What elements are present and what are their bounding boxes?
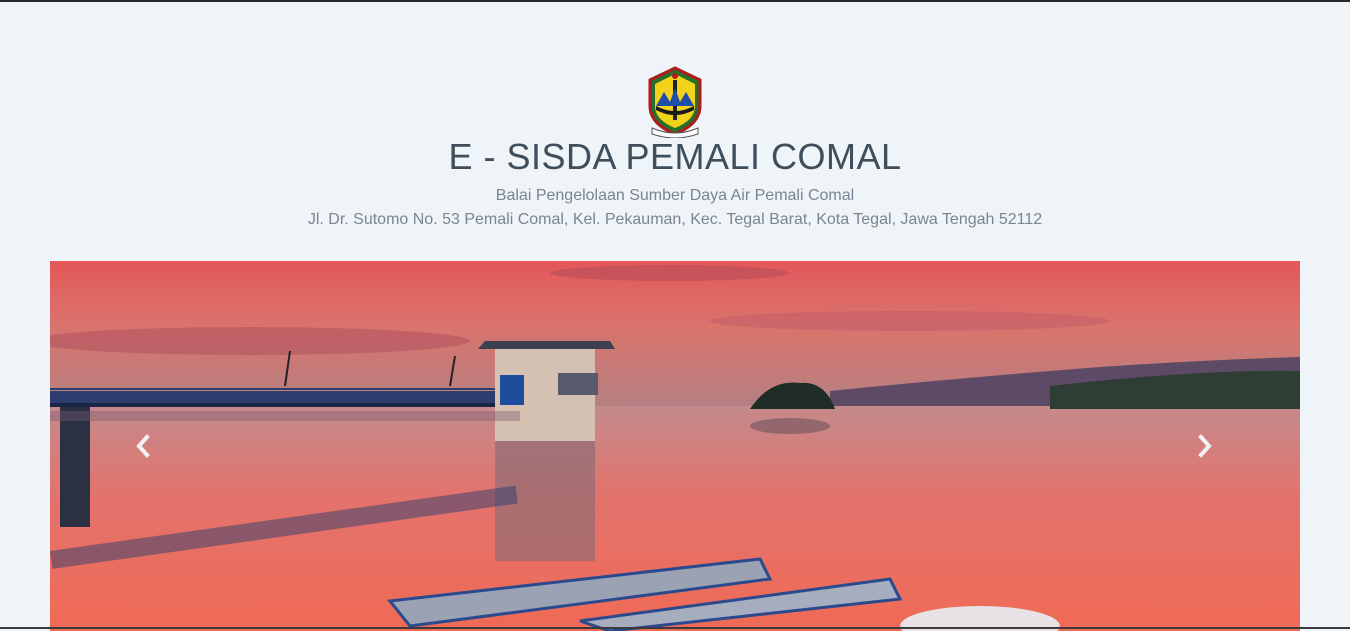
carousel-next-button[interactable] bbox=[1160, 356, 1250, 536]
site-address: Jl. Dr. Sutomo No. 53 Pemali Comal, Kel.… bbox=[307, 211, 1043, 228]
chevron-right-icon bbox=[1198, 434, 1212, 458]
image-carousel[interactable] bbox=[50, 261, 1300, 631]
site-subtitle: Balai Pengelolaan Sumber Daya Air Pemali… bbox=[495, 187, 855, 204]
province-emblem-logo bbox=[644, 66, 706, 139]
carousel-prev-button[interactable] bbox=[98, 356, 188, 536]
carousel-slide-image bbox=[50, 261, 1300, 631]
site-title: E - SISDA PEMALI COMAL bbox=[448, 136, 902, 177]
chevron-left-icon bbox=[136, 434, 150, 458]
